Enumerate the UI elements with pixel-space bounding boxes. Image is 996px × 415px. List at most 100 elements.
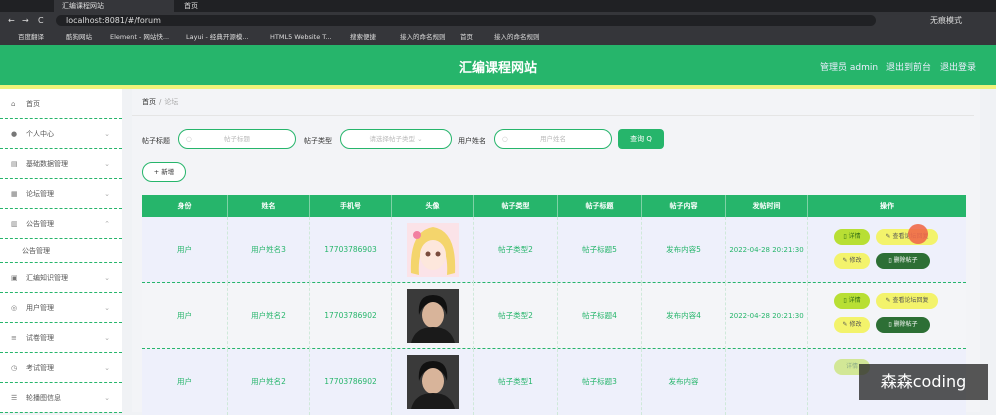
reload-icon[interactable]: C — [38, 12, 44, 29]
browser-tab[interactable]: 首页 — [176, 0, 296, 12]
user-icon: ● — [11, 130, 18, 138]
column-header: 帖子标题 — [558, 195, 642, 217]
cell-title: 帖子标题3 — [558, 349, 642, 415]
table-row: 用户 用户姓名2 17703786902 帖子类型1 帖子标题3 发布内容 详情 — [142, 349, 966, 415]
sidebar-item-home[interactable]: ⌂ 首页 — [0, 89, 122, 119]
cell-avatar — [392, 217, 474, 283]
sidebar-item-base-data[interactable]: ▤ 基础数据管理 ⌄ — [0, 149, 122, 179]
forum-icon: ▦ — [11, 190, 18, 198]
cell-name: 用户姓名3 — [228, 217, 310, 283]
avatar — [407, 289, 459, 343]
cell-title: 帖子标题4 — [558, 283, 642, 349]
column-header: 姓名 — [228, 195, 310, 217]
bookmark[interactable]: 百度翻译 — [18, 29, 44, 45]
browser-tab-active[interactable]: 汇编课程网站 — [54, 0, 174, 12]
chevron-down-icon: ⌄ — [104, 394, 110, 402]
detail-button[interactable]: ▯ 详情 — [834, 293, 870, 309]
user-filter-label: 用户姓名 — [458, 137, 486, 145]
cell-identity: 用户 — [142, 217, 228, 283]
cell-content: 发布内容4 — [642, 283, 726, 349]
back-icon[interactable]: ← — [8, 12, 15, 29]
sidebar-subitem-notice[interactable]: 公告管理 — [0, 239, 122, 263]
bookmark[interactable]: Element - 网站快... — [110, 29, 169, 45]
column-header: 头像 — [392, 195, 474, 217]
cell-content: 发布内容 — [642, 349, 726, 415]
chevron-down-icon: ⌄ — [417, 135, 423, 143]
column-header: 操作 — [880, 202, 894, 210]
address-bar-row: ← → C localhost:8081/#/forum 无痕模式 — [0, 12, 996, 29]
profile-label[interactable]: 无痕模式 — [930, 12, 962, 29]
search-icon: Q — [646, 135, 652, 143]
main-content: 首页 / 论坛 帖子标题 ○ 帖子标题 帖子类型 请选择帖子类型 ⌄ 用户姓名 ○ 用户… — [132, 89, 980, 415]
search-button[interactable]: 查询 Q — [618, 129, 664, 149]
cell-type: 帖子类型1 — [474, 349, 558, 415]
title-filter-label: 帖子标题 — [142, 137, 170, 145]
cell-avatar — [392, 349, 474, 415]
edit-button[interactable]: ✎ 修改 — [834, 317, 870, 333]
search-icon: ○ — [186, 135, 192, 143]
avatar — [407, 223, 459, 277]
sidebar-item-forum[interactable]: ▦ 论坛管理 ⌄ — [0, 179, 122, 209]
watermark: 森森coding — [859, 364, 988, 400]
detail-button[interactable]: ▯ 详情 — [834, 229, 870, 245]
bookmark[interactable]: 接入的命名规则 — [494, 29, 540, 45]
add-button[interactable]: + 新增 — [142, 162, 186, 182]
chevron-down-icon: ⌄ — [104, 274, 110, 282]
search-icon: ○ — [502, 135, 508, 143]
bookmark[interactable]: HTML5 Website T... — [270, 29, 332, 45]
sidebar-item-knowledge[interactable]: ▣ 汇编知识管理 ⌄ — [0, 263, 122, 293]
app-header: 汇编课程网站 管理员 admin 退出到前台 退出登录 — [0, 45, 996, 85]
column-header: 帖子类型 — [474, 195, 558, 217]
cell-identity: 用户 — [142, 283, 228, 349]
sidebar-item-exams[interactable]: ◷ 考试管理 ⌄ — [0, 353, 122, 383]
bookmark[interactable]: 首页 — [460, 29, 473, 45]
breadcrumb-home[interactable]: 首页 — [142, 98, 156, 106]
users-icon: ◎ — [11, 304, 18, 312]
view-reply-button[interactable]: ✎ 查看论坛回复 — [876, 229, 938, 245]
cell-content: 发布内容5 — [642, 217, 726, 283]
cell-time: 2022-04-28 20:21:30 — [726, 217, 808, 283]
list-icon: ≡ — [11, 334, 17, 342]
avatar — [407, 355, 459, 409]
bookmarks-bar: 百度翻译 酷狗网站 Element - 网站快... Layui - 经典开源模… — [0, 29, 996, 45]
sidebar: ⌂ 首页 ● 个人中心 ⌄ ▤ 基础数据管理 ⌄ ▦ 论坛管理 ⌄ ▥ 公告管理 ⌃ 公告管理 ▣… — [0, 89, 122, 413]
type-filter-select[interactable]: 请选择帖子类型 ⌄ — [340, 129, 452, 149]
book-icon: ▣ — [11, 274, 18, 282]
delete-button[interactable]: ▯ 删除帖子 — [876, 317, 930, 333]
chevron-down-icon: ⌄ — [104, 334, 110, 342]
cell-phone: 17703786902 — [310, 283, 392, 349]
delete-button[interactable]: ▯ 删除帖子 — [876, 253, 930, 269]
divider — [132, 115, 974, 116]
user-filter-input[interactable]: ○ 用户姓名 — [494, 129, 612, 149]
forward-icon[interactable]: → — [22, 12, 29, 29]
back-to-front-link[interactable]: 退出到前台 — [886, 60, 931, 73]
home-icon: ⌂ — [11, 100, 16, 108]
chevron-up-icon: ⌃ — [104, 220, 110, 228]
logout-link[interactable]: 退出登录 — [940, 60, 976, 73]
view-reply-button[interactable]: ✎ 查看论坛回复 — [876, 293, 938, 309]
sidebar-item-carousel[interactable]: ☰ 轮播图信息 ⌄ — [0, 383, 122, 413]
cell-type: 帖子类型2 — [474, 283, 558, 349]
bookmark[interactable]: 接入的命名规则 — [400, 29, 446, 45]
cell-phone: 17703786903 — [310, 217, 392, 283]
cell-phone: 17703786902 — [310, 349, 392, 415]
column-header: 发帖时间 — [726, 195, 808, 217]
bookmark[interactable]: 搜索便捷 — [350, 29, 376, 45]
sidebar-item-profile[interactable]: ● 个人中心 ⌄ — [0, 119, 122, 149]
bookmark[interactable]: 酷狗网站 — [66, 29, 92, 45]
type-filter-label: 帖子类型 — [304, 137, 332, 145]
database-icon: ▤ — [11, 160, 18, 168]
cell-name: 用户姓名2 — [228, 349, 310, 415]
browser-tab-bar: 汇编课程网站 首页 — [0, 0, 996, 12]
sidebar-item-papers[interactable]: ≡ 试卷管理 ⌄ — [0, 323, 122, 353]
url-input[interactable]: localhost:8081/#/forum — [56, 15, 876, 26]
bookmark[interactable]: Layui - 经典开源模... — [186, 29, 249, 45]
breadcrumb: 首页 / 论坛 — [142, 98, 179, 106]
sidebar-item-notice[interactable]: ▥ 公告管理 ⌃ — [0, 209, 122, 239]
title-filter-input[interactable]: ○ 帖子标题 — [178, 129, 296, 149]
sidebar-item-users[interactable]: ◎ 用户管理 ⌄ — [0, 293, 122, 323]
cursor-highlight — [908, 224, 928, 244]
edit-button[interactable]: ✎ 修改 — [834, 253, 870, 269]
column-header: 手机号 — [310, 195, 392, 217]
cell-time — [726, 349, 808, 415]
